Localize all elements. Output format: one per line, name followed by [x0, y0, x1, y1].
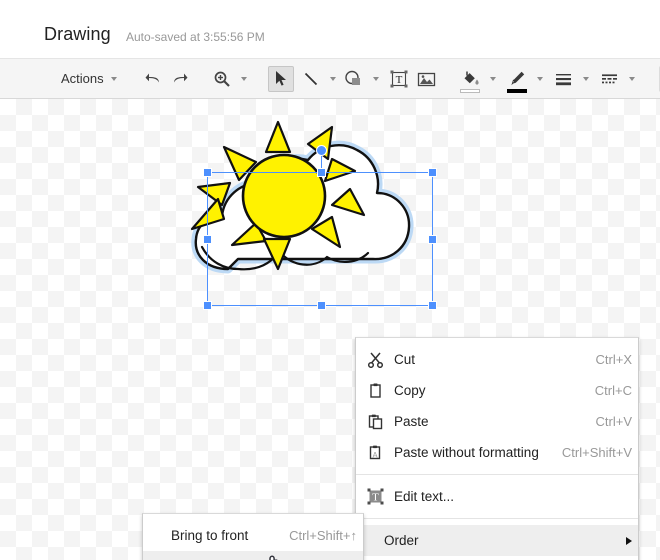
toolbar: Actions T	[0, 58, 660, 99]
context-menu-item-cut[interactable]: Cut Ctrl+X	[356, 344, 638, 375]
chevron-down-icon	[372, 76, 379, 81]
context-menu-label: Cut	[394, 352, 416, 367]
hand-pointer-cursor	[269, 555, 278, 560]
fill-color-dropdown-button[interactable]	[484, 66, 501, 92]
paint-bucket-icon	[464, 71, 479, 85]
context-menu-shortcut: Ctrl+Shift+V	[561, 445, 632, 460]
chevron-down-icon	[536, 76, 543, 81]
context-menu-item-edit-text[interactable]: T Edit text...	[356, 481, 638, 512]
pencil-icon	[511, 71, 525, 85]
zoom-dropdown-button[interactable]	[235, 66, 252, 92]
chevron-down-icon	[628, 76, 635, 81]
paste-plain-icon: A	[356, 437, 394, 468]
context-menu-shortcut: Ctrl+V	[595, 414, 632, 429]
submenu-shortcut: Ctrl+Shift+↑	[289, 528, 357, 543]
context-menu-label: Paste without formatting	[394, 445, 539, 460]
drawing-canvas[interactable]: Cut Ctrl+X Copy Ctrl+C Paste Ctrl+V A Pa…	[0, 99, 660, 560]
zoom-in-icon	[214, 71, 230, 87]
svg-text:A: A	[372, 451, 378, 460]
context-menu-item-paste-without-formatting[interactable]: A Paste without formatting Ctrl+Shift+V	[356, 437, 638, 468]
undo-icon	[145, 73, 160, 83]
image-icon	[417, 72, 436, 86]
fill-color-swatch	[459, 88, 480, 93]
scissors-icon	[356, 344, 394, 375]
context-menu-shortcut: Ctrl+C	[594, 383, 632, 398]
toolbar-group-history	[135, 59, 193, 99]
line-dash-dropdown-button[interactable]	[623, 66, 640, 92]
cursor-arrow-icon	[275, 71, 286, 86]
title-bar: Drawing Auto-saved at 3:55:56 PM	[0, 0, 660, 58]
chevron-down-icon	[240, 76, 247, 81]
chevron-right-icon	[626, 536, 632, 545]
line-icon	[304, 72, 317, 85]
line-color-dropdown-button[interactable]	[531, 66, 548, 92]
redo-icon	[174, 73, 188, 83]
image-tool[interactable]	[414, 66, 440, 92]
sun-disc	[241, 153, 327, 239]
shape-tool[interactable]	[341, 66, 367, 92]
context-menu-item-copy[interactable]: Copy Ctrl+C	[356, 375, 638, 406]
context-menu-divider	[356, 518, 638, 519]
line-weight-icon	[556, 73, 572, 85]
shape-dropdown-button[interactable]	[367, 66, 384, 92]
line-dropdown-button[interactable]	[324, 66, 341, 92]
toolbar-group-format	[451, 59, 640, 99]
line-weight-tool[interactable]	[551, 66, 577, 92]
context-menu-label: Copy	[394, 383, 426, 398]
line-weight-dropdown-button[interactable]	[577, 66, 594, 92]
drawing-app-window: Drawing Auto-saved at 3:55:56 PM Actions	[0, 0, 660, 560]
edit-text-icon: T	[356, 481, 394, 512]
svg-text:T: T	[395, 74, 402, 86]
order-submenu: Bring to front Ctrl+Shift+↑ Bring forwar…	[142, 513, 364, 560]
submenu-item-bring-forward[interactable]: Bring forward Ctrl+↑	[143, 551, 363, 560]
toolbar-group-zoom	[204, 59, 252, 99]
chevron-down-icon	[489, 76, 496, 81]
zoom-button[interactable]	[209, 66, 235, 92]
text-box-icon: T	[390, 70, 408, 87]
actions-menu-button[interactable]: Actions	[54, 66, 122, 92]
line-tool[interactable]	[298, 66, 324, 92]
copy-icon	[356, 375, 394, 406]
chevron-down-icon	[329, 76, 336, 81]
chevron-down-icon	[110, 76, 117, 81]
context-menu-item-order[interactable]: Order	[356, 525, 638, 556]
line-color-swatch	[506, 88, 527, 93]
context-menu-item-paste[interactable]: Paste Ctrl+V	[356, 406, 638, 437]
redo-button[interactable]	[167, 66, 193, 92]
submenu-item-bring-to-front[interactable]: Bring to front Ctrl+Shift+↑	[143, 520, 363, 551]
cloud-with-sun-clipart[interactable]	[180, 119, 460, 349]
undo-button[interactable]	[141, 66, 167, 92]
shape-icon	[344, 70, 360, 85]
context-menu-label: Order	[384, 533, 419, 548]
text-box-tool[interactable]: T	[386, 66, 412, 92]
context-menu: Cut Ctrl+X Copy Ctrl+C Paste Ctrl+V A Pa…	[355, 337, 639, 560]
autosave-status: Auto-saved at 3:55:56 PM	[126, 30, 265, 44]
chevron-down-icon	[582, 76, 589, 81]
context-menu-shortcut: Ctrl+X	[595, 352, 632, 367]
line-dash-icon	[602, 73, 618, 83]
actions-menu-label: Actions	[61, 71, 104, 86]
svg-text:T: T	[372, 492, 379, 504]
paste-icon	[356, 406, 394, 437]
fill-color-tool[interactable]	[458, 66, 484, 93]
context-menu-divider	[356, 474, 638, 475]
toolbar-group-actions: Actions	[54, 59, 122, 99]
line-dash-tool[interactable]	[597, 66, 623, 92]
context-menu-item-rotate[interactable]: Rotate	[356, 556, 638, 560]
page-title[interactable]: Drawing	[44, 24, 111, 45]
context-menu-label: Paste	[394, 414, 429, 429]
line-color-tool[interactable]	[505, 66, 531, 93]
context-menu-label: Edit text...	[394, 489, 455, 504]
submenu-label: Bring to front	[171, 528, 249, 543]
toolbar-group-tools: T	[262, 59, 440, 99]
select-tool[interactable]	[267, 65, 294, 92]
